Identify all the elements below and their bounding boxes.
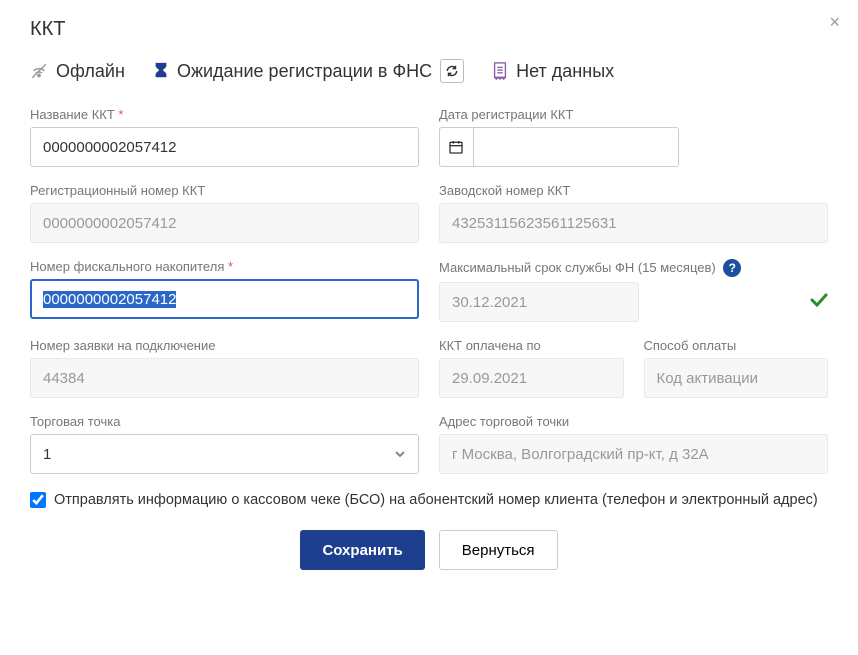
field-serial-num: Заводской номер ККТ xyxy=(439,183,828,243)
label-trade-addr: Адрес торговой точки xyxy=(439,414,828,429)
status-row: Офлайн Ожидание регистрации в ФНС Нет да… xyxy=(30,59,828,83)
field-fn-num: Номер фискального накопителя * xyxy=(30,259,419,322)
button-row: Сохранить Вернуться xyxy=(30,530,828,570)
label-req-num: Номер заявки на подключение xyxy=(30,338,419,353)
label-name: Название ККТ * xyxy=(30,107,419,122)
page-title: ККТ xyxy=(30,18,828,41)
input-name[interactable] xyxy=(30,127,419,167)
input-reg-date[interactable] xyxy=(473,127,679,167)
status-nodata: Нет данных xyxy=(492,61,614,82)
save-button[interactable]: Сохранить xyxy=(300,530,424,570)
field-req-num: Номер заявки на подключение xyxy=(30,338,419,398)
label-reg-num: Регистрационный номер ККТ xyxy=(30,183,419,198)
calendar-icon xyxy=(448,139,464,155)
help-icon[interactable]: ? xyxy=(723,259,741,277)
field-reg-num: Регистрационный номер ККТ xyxy=(30,183,419,243)
checkbox-send-info-row: Отправлять информацию о кассовом чеке (Б… xyxy=(30,492,828,508)
chevron-down-icon xyxy=(394,450,406,458)
label-fn-num: Номер фискального накопителя * xyxy=(30,259,419,274)
refresh-icon xyxy=(445,64,459,78)
status-waiting: Ожидание регистрации в ФНС xyxy=(153,59,464,83)
label-serial-num: Заводской номер ККТ xyxy=(439,183,828,198)
field-trade-point: Торговая точка 1 xyxy=(30,414,419,474)
calendar-button[interactable] xyxy=(439,127,473,167)
receipt-icon xyxy=(492,62,508,80)
back-button[interactable]: Вернуться xyxy=(439,530,558,570)
input-fn-num[interactable] xyxy=(30,279,419,319)
input-paid-until xyxy=(439,358,624,398)
label-reg-date: Дата регистрации ККТ xyxy=(439,107,828,122)
checkbox-send-info[interactable] xyxy=(30,492,46,508)
status-offline-label: Офлайн xyxy=(56,61,125,82)
satellite-icon xyxy=(30,62,48,80)
refresh-button[interactable] xyxy=(440,59,464,83)
field-paid-until: ККТ оплачена по xyxy=(439,338,624,398)
input-req-num xyxy=(30,358,419,398)
label-paid-until: ККТ оплачена по xyxy=(439,338,624,353)
field-trade-addr: Адрес торговой точки xyxy=(439,414,828,474)
label-pay-method: Способ оплаты xyxy=(644,338,829,353)
checkbox-send-info-label: Отправлять информацию о кассовом чеке (Б… xyxy=(54,492,818,508)
field-pay-method: Способ оплаты xyxy=(644,338,829,398)
input-trade-addr xyxy=(439,434,828,474)
hourglass-icon xyxy=(153,62,169,80)
field-reg-date: Дата регистрации ККТ xyxy=(439,107,828,167)
status-nodata-label: Нет данных xyxy=(516,61,614,82)
check-ok-icon xyxy=(810,291,828,312)
status-offline: Офлайн xyxy=(30,61,125,82)
select-trade-point[interactable]: 1 xyxy=(30,434,419,474)
input-pay-method xyxy=(644,358,829,398)
field-name: Название ККТ * xyxy=(30,107,419,167)
field-fn-expiry: Максимальный срок службы ФН (15 месяцев)… xyxy=(439,259,828,322)
label-trade-point: Торговая точка xyxy=(30,414,419,429)
status-waiting-label: Ожидание регистрации в ФНС xyxy=(177,61,432,82)
select-trade-point-value: 1 xyxy=(43,446,51,463)
input-reg-num xyxy=(30,203,419,243)
input-serial-num xyxy=(439,203,828,243)
close-icon[interactable]: × xyxy=(829,12,840,33)
input-fn-expiry xyxy=(439,282,639,322)
label-fn-expiry: Максимальный срок службы ФН (15 месяцев)… xyxy=(439,259,800,277)
